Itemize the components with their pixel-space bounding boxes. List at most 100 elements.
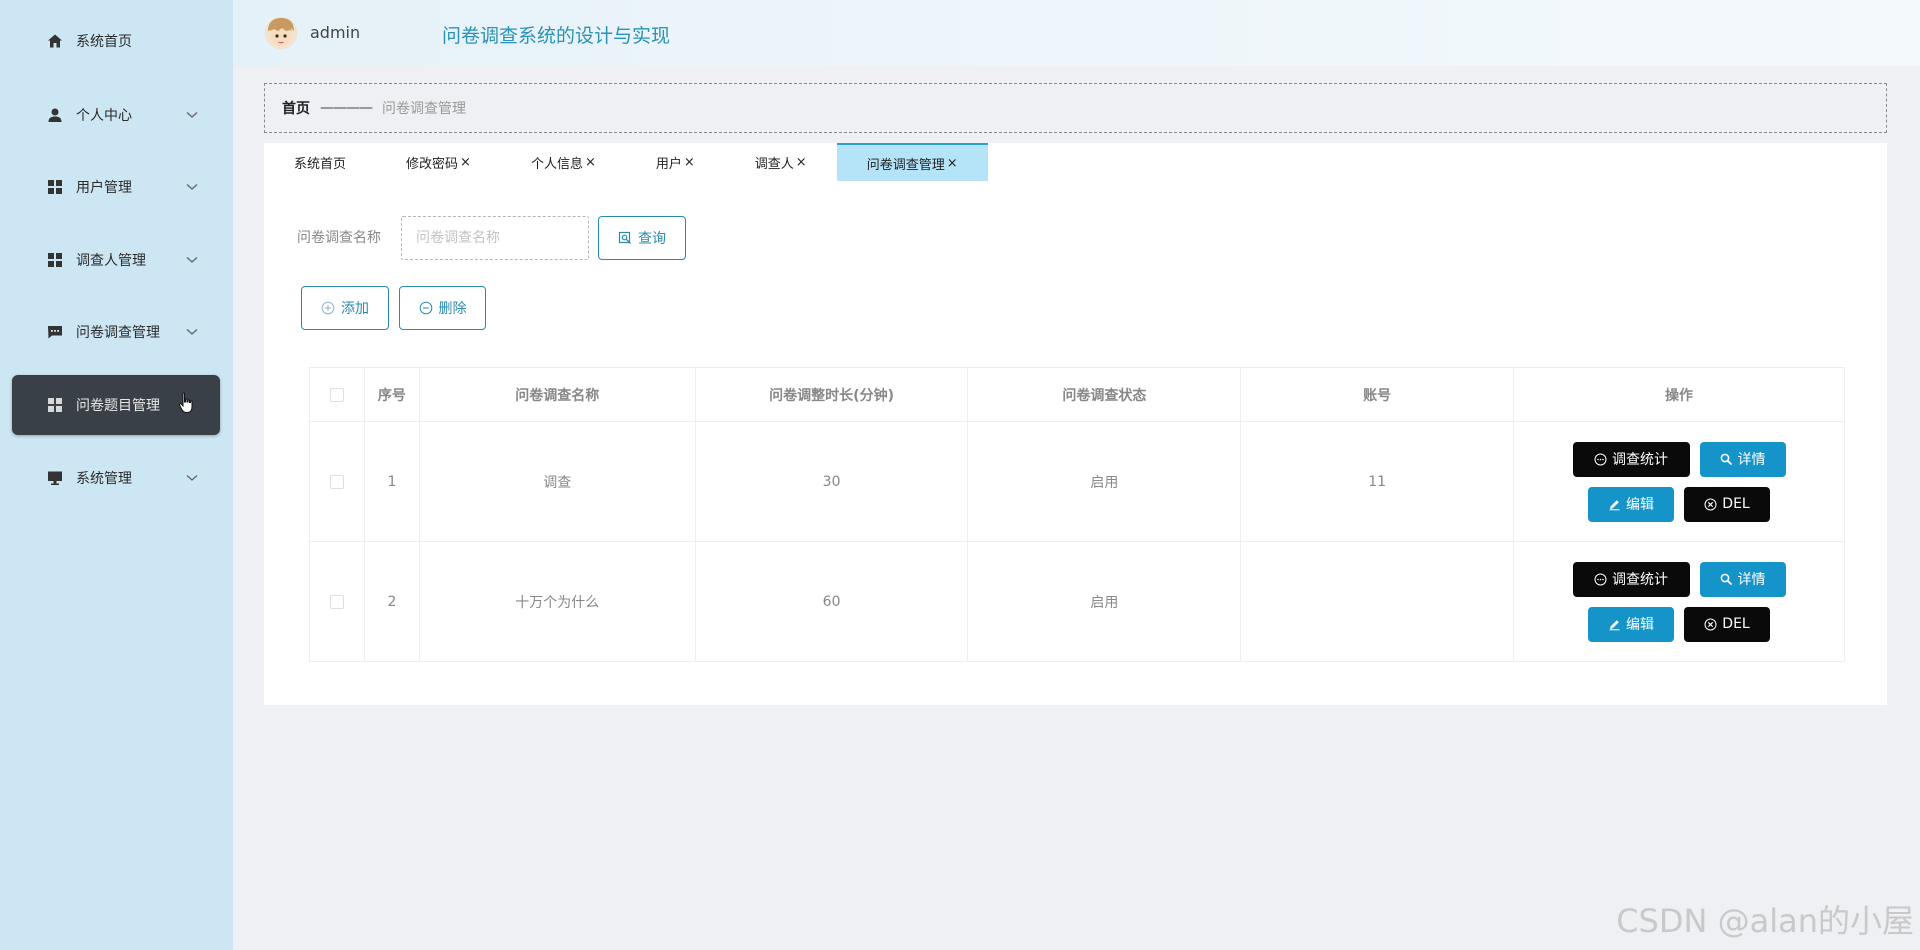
breadcrumb-separator: ———— (320, 100, 373, 116)
query-button-label: 查询 (638, 231, 666, 247)
table-row: 1 调查 30 启用 11 调查统计 详情 编辑 DEL (309, 421, 1845, 542)
person-icon (46, 106, 64, 124)
search-input[interactable] (401, 216, 589, 260)
chevron-down-icon (184, 183, 200, 191)
detail-label: 详情 (1737, 452, 1766, 468)
del-label: DEL (1722, 616, 1750, 632)
tab-label: 用户 (655, 156, 682, 172)
search-icon (1720, 573, 1732, 585)
tab-label: 系统首页 (294, 156, 347, 172)
del-button[interactable]: DEL (1684, 486, 1771, 522)
cell-account: 11 (1240, 421, 1515, 542)
cell-index: 1 (363, 421, 420, 542)
sidebar-item-label: 系统首页 (76, 34, 132, 50)
table-header-row: 序号 问卷调查名称 问卷调整时长(分钟) 问卷调查状态 账号 操作 (309, 367, 1845, 422)
del-button[interactable]: DEL (1684, 606, 1771, 642)
column-header: 问卷调查名称 (418, 367, 696, 422)
table-row: 2 十万个为什么 60 启用 调查统计 详情 编辑 DEL (309, 541, 1845, 662)
delete-button[interactable]: 删除 (399, 286, 486, 330)
minus-circle-icon (419, 301, 432, 315)
sidebar-item-survey-management[interactable]: 问卷调查管理 (12, 302, 220, 362)
chevron-down-icon (184, 111, 200, 119)
tab-close-icon[interactable]: × (947, 156, 958, 171)
breadcrumb: 首页 ———— 问卷调查管理 (264, 83, 1887, 133)
site-title: 问卷调查系统的设计与实现 (442, 25, 671, 47)
tab-investigator[interactable]: 调查人 × (725, 143, 837, 181)
pencil-icon (1609, 619, 1620, 630)
row-checkbox[interactable] (329, 594, 344, 609)
tab-personal-info[interactable]: 个人信息 × (501, 143, 626, 181)
detail-label: 详情 (1737, 572, 1766, 588)
plus-circle-icon (321, 301, 335, 315)
tab-change-password[interactable]: 修改密码 × (376, 143, 501, 181)
query-button[interactable]: 查询 (598, 216, 686, 260)
cell-account (1240, 541, 1515, 662)
tab-close-icon[interactable]: × (796, 155, 807, 170)
search-icon (1720, 453, 1732, 465)
add-button-label: 添加 (341, 301, 369, 317)
cell-operations: 调查统计 详情 编辑 DEL (1513, 541, 1845, 662)
sidebar-item-label: 个人中心 (76, 108, 132, 124)
column-header: 问卷调整时长(分钟) (694, 367, 969, 422)
grid-icon (46, 251, 64, 269)
sidebar-item-label: 问卷题目管理 (76, 398, 160, 414)
tab-user[interactable]: 用户 × (626, 143, 725, 181)
edit-button[interactable]: 编辑 (1588, 606, 1675, 642)
survey-stats-button[interactable]: 调查统计 (1572, 441, 1690, 477)
cell-duration: 30 (694, 421, 969, 542)
cell-status: 启用 (967, 541, 1242, 662)
cell-index: 2 (363, 541, 420, 662)
tab-close-icon[interactable]: × (460, 155, 471, 170)
sidebar-item-label: 问卷调查管理 (76, 325, 160, 341)
cell-duration: 60 (694, 541, 969, 662)
tab-home[interactable]: 系统首页 (264, 143, 376, 181)
tab-close-icon[interactable]: × (684, 155, 695, 170)
breadcrumb-home[interactable]: 首页 (282, 98, 310, 118)
chevron-down-icon (184, 256, 200, 264)
select-all-checkbox[interactable] (329, 387, 344, 402)
sidebar: 系统首页 个人中心 用户管理 调查人管理 问卷调查管理 问卷题目管理 系统管理 (0, 0, 233, 950)
grid-icon (46, 396, 64, 414)
detail-button[interactable]: 详情 (1699, 441, 1786, 477)
survey-stats-button[interactable]: 调查统计 (1572, 561, 1690, 597)
tab-label: 调查人 (754, 156, 794, 172)
tab-survey-management[interactable]: 问卷调查管理 × (836, 143, 988, 181)
column-header: 问卷调查状态 (967, 367, 1242, 422)
edit-button[interactable]: 编辑 (1588, 486, 1675, 522)
sidebar-item-user-management[interactable]: 用户管理 (12, 157, 220, 217)
sidebar-item-label: 用户管理 (76, 180, 132, 196)
tab-bar: 系统首页 修改密码 × 个人信息 × 用户 × 调查人 × 问卷调查管理 × (264, 143, 988, 181)
sidebar-item-home[interactable]: 系统首页 (12, 11, 220, 71)
pencil-icon (1609, 499, 1620, 510)
sidebar-item-personal-center[interactable]: 个人中心 (12, 85, 220, 145)
cell-status: 启用 (967, 421, 1242, 542)
tab-label: 修改密码 (406, 156, 459, 172)
cell-operations: 调查统计 详情 编辑 DEL (1513, 421, 1845, 542)
avatar[interactable] (265, 17, 297, 49)
survey-stats-label: 调查统计 (1612, 452, 1669, 468)
edit-label: 编辑 (1626, 497, 1655, 513)
sidebar-item-label: 调查人管理 (76, 253, 146, 269)
survey-table: 序号 问卷调查名称 问卷调整时长(分钟) 问卷调查状态 账号 操作 1 调查 3… (309, 367, 1845, 662)
tab-label: 个人信息 (530, 156, 583, 172)
sidebar-item-system-management[interactable]: 系统管理 (12, 448, 220, 508)
row-checkbox[interactable] (329, 474, 344, 489)
username[interactable]: admin (310, 23, 360, 42)
message-icon (46, 323, 64, 341)
cell-name: 十万个为什么 (418, 541, 696, 662)
hand-cursor-icon (178, 392, 196, 414)
detail-button[interactable]: 详情 (1699, 561, 1786, 597)
del-label: DEL (1722, 496, 1750, 512)
edit-label: 编辑 (1626, 617, 1655, 633)
more-circle-icon (1594, 573, 1607, 585)
breadcrumb-current: 问卷调查管理 (382, 101, 466, 117)
more-circle-icon (1594, 453, 1607, 465)
close-circle-icon (1704, 498, 1717, 510)
tab-label: 问卷调查管理 (866, 157, 945, 173)
chevron-down-icon (184, 474, 200, 482)
add-button[interactable]: 添加 (301, 286, 389, 330)
search-label: 问卷调查名称 (297, 230, 381, 246)
sidebar-item-investigator-management[interactable]: 调查人管理 (12, 230, 220, 290)
sidebar-item-label: 系统管理 (76, 471, 132, 487)
tab-close-icon[interactable]: × (585, 155, 596, 170)
